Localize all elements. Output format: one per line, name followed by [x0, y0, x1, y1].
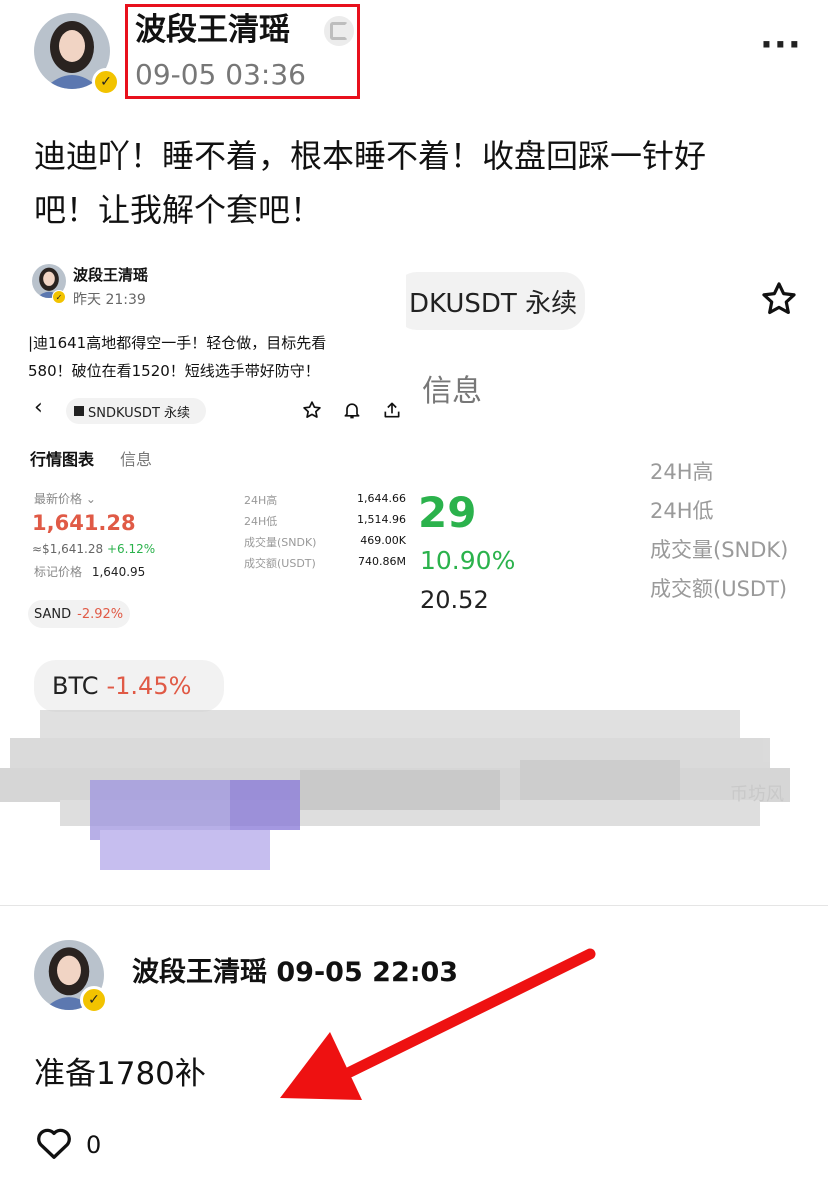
- stat-label: 24H高: [244, 494, 278, 507]
- embedded-text-line-2: 580！破位在看1520！短线选手带好防守！: [28, 362, 320, 380]
- reply-verified-icon: ✓: [80, 986, 108, 1014]
- share-badge-icon: [324, 16, 354, 46]
- stat-label: 成交量(SNDK): [244, 536, 317, 549]
- reply-content: 准备1780补: [34, 1056, 206, 1092]
- bg-stat-4: 成交额(USDT): [650, 577, 788, 601]
- stat-row: 24H低 1,514.96: [244, 513, 406, 534]
- embedded-mark-price: 1,640.95: [91, 565, 146, 579]
- bg-btc-change: -1.45%: [106, 672, 192, 700]
- embedded-timestamp: 昨天 21:39: [73, 292, 146, 308]
- embedded-latest-label: 最新价格 ⌄: [34, 490, 96, 507]
- attached-image[interactable]: DKUSDT 永续 信息 29 10.90% 20.52 24H高 24H低 成…: [0, 250, 828, 890]
- stat-label: 24H低: [244, 515, 278, 528]
- post-content-line-1: 迪迪吖！睡不着，根本睡不着！收盘回踩一针好: [34, 137, 707, 175]
- stat-label: 成交额(USDT): [244, 557, 316, 570]
- bg-symbol-pill: DKUSDT 永续: [395, 272, 585, 330]
- bg-star-icon: [760, 280, 798, 322]
- stat-row: 24H高 1,644.66: [244, 492, 406, 513]
- bg-stat-1: 24H高: [650, 460, 714, 484]
- stat-value: 1,514.96: [357, 513, 406, 526]
- red-annotation-arrow: [280, 948, 596, 1100]
- embedded-symbol-pill: SNDKUSDT 永续: [66, 398, 206, 424]
- like-count: 0: [86, 1131, 102, 1159]
- embedded-sand-label: SAND: [34, 606, 72, 622]
- embedded-text-line-1: |迪1641高地都得空一手！轻仓做，目标先看: [28, 334, 327, 352]
- dropdown-caret-icon: ⌄: [85, 492, 96, 506]
- like-heart-icon[interactable]: [36, 1126, 72, 1164]
- embedded-change: +6.12%: [106, 542, 156, 556]
- stat-row: 成交额(USDT) 740.86M: [244, 555, 406, 576]
- embedded-symbol: SNDKUSDT 永续: [88, 405, 191, 421]
- embedded-star-icon: [302, 400, 322, 424]
- verified-badge-icon: ✓: [92, 68, 120, 96]
- post-timestamp: 09-05 03:36: [135, 58, 306, 91]
- post-author-name[interactable]: 波段王清瑶: [135, 10, 290, 50]
- embedded-tab-chart: 行情图表: [30, 450, 95, 469]
- embedded-price: 1,641.28: [32, 511, 136, 535]
- bg-info-tab: 信息: [422, 374, 482, 409]
- embedded-price-usd: ≈$1,641.28: [32, 542, 104, 556]
- stat-value: 740.86M: [358, 555, 406, 568]
- embedded-mark-label: 标记价格: [34, 565, 83, 579]
- stat-row: 成交量(SNDK) 469.00K: [244, 534, 406, 555]
- embedded-share-icon: [382, 400, 402, 424]
- bg-stat-3: 成交量(SNDK): [650, 538, 789, 562]
- section-divider: [0, 905, 828, 906]
- embedded-latest-text: 最新价格: [34, 492, 83, 506]
- more-options-icon[interactable]: ···: [760, 28, 801, 62]
- bg-mark-fragment: 20.52: [420, 586, 489, 614]
- stat-value: 1,644.66: [357, 492, 406, 505]
- embedded-price-usd-row: ≈$1,641.28 +6.12%: [32, 542, 155, 556]
- embedded-verified-icon: ✓: [52, 290, 66, 304]
- embedded-mark-row: 标记价格 1,640.95: [34, 563, 145, 580]
- bg-symbol-label: DKUSDT 永续: [409, 288, 578, 319]
- embedded-author: 波段王清瑶: [73, 266, 149, 284]
- stat-value: 469.00K: [360, 534, 406, 547]
- embedded-sand-tag: SAND -2.92%: [28, 600, 130, 628]
- embedded-stats: 24H高 1,644.66 24H低 1,514.96 成交量(SNDK) 469.0…: [244, 492, 406, 576]
- embedded-post-card: ✓ 波段王清瑶 昨天 21:39 |迪1641高地都得空一手！轻仓做，目标先看 …: [0, 250, 406, 638]
- embedded-sand-change: -2.92%: [77, 606, 124, 622]
- embedded-bell-icon: [342, 400, 362, 424]
- embedded-tab-info: 信息: [120, 450, 153, 469]
- bg-change-fragment: 10.90%: [420, 546, 516, 575]
- post-content-line-2: 吧！让我解个套吧！: [34, 191, 323, 229]
- back-chevron-icon: ‹: [34, 395, 43, 420]
- bg-btc-label: BTC: [52, 672, 99, 700]
- bg-stat-2: 24H低: [650, 499, 714, 523]
- square-logo-icon: [74, 406, 84, 416]
- scribble-redaction: 币坊风: [0, 710, 790, 870]
- bg-price-fragment: 29: [418, 488, 477, 537]
- watermark-text: 币坊风: [730, 784, 784, 805]
